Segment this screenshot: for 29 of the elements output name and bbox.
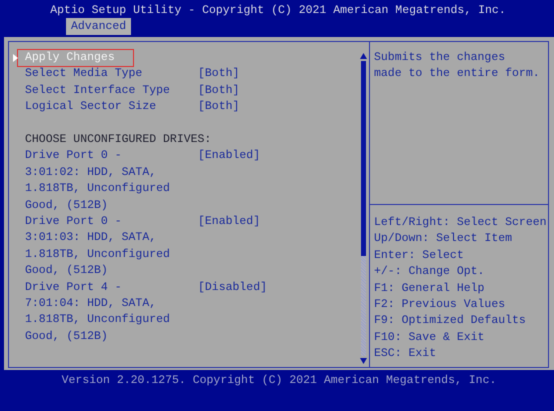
scroll-down-icon[interactable] — [360, 358, 366, 364]
option-value[interactable]: [Disabled] — [198, 280, 268, 296]
tab[interactable]: Advanced — [66, 18, 132, 35]
menu-item[interactable]: Drive Port 0 - 3:01:02: HDD, SATA, 1.818TB, Unconfigured Good, (512B) — [25, 148, 193, 214]
menu-item[interactable]: Drive Port 4 - 7:01:04: HDD, SATA, 1.818TB, Unconfigured Good, (512B) — [25, 280, 193, 346]
pointer-icon — [13, 54, 18, 62]
help-text: Submits the changes made to the entire form. — [370, 42, 548, 205]
menu-item[interactable]: Drive Port 0 - 3:01:03: HDD, SATA, 1.818TB, Unconfigured Good, (512B) — [25, 214, 193, 280]
window-title: Aptio Setup Utility - Copyright (C) 2021 American Megatrends, Inc. — [50, 3, 506, 18]
option-value[interactable]: [Enabled] — [198, 214, 260, 230]
menu-item[interactable]: Logical Sector Size — [25, 99, 193, 116]
version-text: Version 2.20.1275. Copyright (C) 2021 American Megatrends, Inc. — [62, 374, 496, 387]
section-heading: CHOOSE UNCONFIGURED DRIVES: — [25, 132, 212, 148]
key-hint: F10: Save & Exit — [374, 330, 486, 346]
key-hint: ESC: Exit — [374, 346, 438, 362]
key-hint: Up/Down: Select Item — [374, 231, 514, 248]
key-hint: F2: Previous Values — [374, 297, 506, 314]
menu-item[interactable]: Select Media Type — [25, 66, 193, 83]
option-value[interactable]: [Both] — [198, 99, 240, 116]
option-value[interactable]: [Enabled] — [198, 148, 260, 165]
option-value[interactable]: [Both] — [198, 82, 240, 100]
key-hint: Enter: Select — [374, 248, 465, 264]
menu-item[interactable]: Select Interface Type — [25, 82, 193, 100]
key-hint: F9: Optimized Defaults — [374, 313, 527, 330]
key-hint: F1: General Help — [374, 280, 486, 297]
scroll-up-icon[interactable] — [360, 53, 366, 59]
option-value[interactable]: [Both] — [198, 66, 240, 83]
key-hint: Left/Right: Select Screen — [374, 215, 548, 231]
key-hint: +/-: Change Opt. — [374, 264, 486, 280]
